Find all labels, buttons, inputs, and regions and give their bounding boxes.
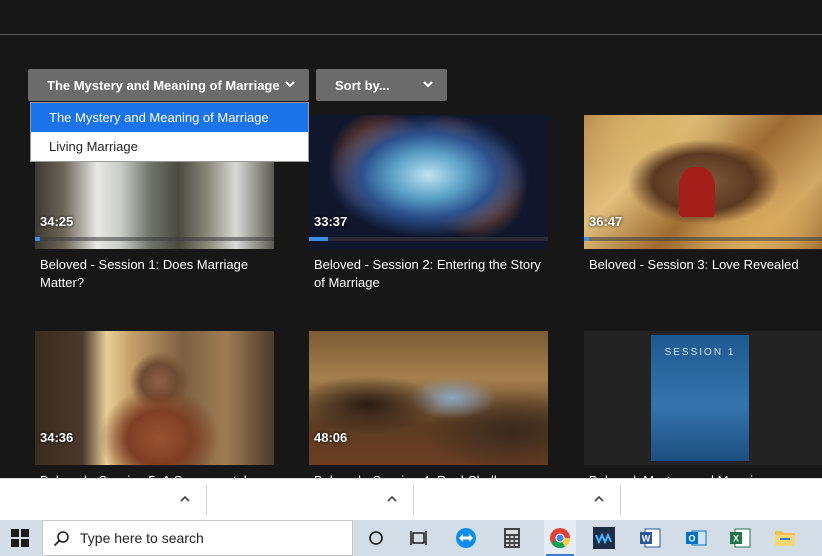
sort-select[interactable]: Sort by... [316, 69, 447, 101]
cortana-icon[interactable] [362, 524, 390, 552]
excel-icon[interactable]: X [726, 524, 754, 552]
video-thumbnail[interactable]: 36:47 [584, 115, 822, 249]
chevron-up-icon[interactable] [386, 493, 398, 505]
watch-progress-bar [309, 237, 548, 241]
search-placeholder: Type here to search [80, 530, 204, 546]
header-bar [0, 0, 822, 35]
start-icon[interactable] [6, 524, 34, 552]
video-duration: 33:37 [314, 214, 348, 229]
cover-text: SESSION 1 [664, 347, 736, 358]
watch-progress-bar [35, 237, 274, 241]
taskbar-search-input[interactable]: Type here to search [42, 520, 353, 556]
svg-text:O: O [688, 534, 695, 544]
video-card[interactable]: 48:06 Beloved - Session 4: Real Challeng… [309, 331, 548, 490]
task-view-icon[interactable] [406, 524, 434, 552]
chevron-down-icon [423, 81, 433, 88]
video-card[interactable]: 34:36 Beloved - Session 5: A Sacramental [35, 331, 274, 490]
svg-text:W: W [642, 534, 651, 544]
file-explorer-icon[interactable] [771, 524, 799, 552]
video-thumbnail[interactable]: SESSION 1 [584, 331, 822, 465]
divider [206, 485, 207, 515]
divider [620, 485, 621, 515]
watch-progress-bar [584, 237, 822, 241]
outlook-icon[interactable]: O [682, 524, 710, 552]
video-thumbnail[interactable]: 33:37 [309, 115, 548, 249]
download-shelf [0, 478, 822, 520]
teamviewer-icon[interactable] [452, 524, 480, 552]
video-duration: 34:25 [40, 214, 74, 229]
taskbar: Type here to search W O X [0, 520, 822, 556]
word-icon[interactable]: W [636, 524, 664, 552]
waves-icon[interactable] [590, 524, 618, 552]
series-dropdown-menu: The Mystery and Meaning of Marriage Livi… [30, 102, 309, 162]
chevron-up-icon[interactable] [179, 493, 191, 505]
video-card[interactable]: SESSION 1 Beloved: Mystery and Meaning [584, 331, 822, 490]
video-thumbnail[interactable]: 34:36 [35, 331, 274, 465]
video-duration: 34:36 [40, 430, 74, 445]
video-card[interactable]: 33:37 Beloved - Session 2: Entering the … [309, 115, 548, 292]
chrome-icon[interactable] [544, 520, 576, 556]
sort-select-value: Sort by... [335, 77, 390, 93]
video-library-page: The Mystery and Meaning of Marriage Sort… [0, 0, 822, 556]
video-title[interactable]: Beloved - Session 3: Love Revealed [584, 256, 822, 274]
svg-text:X: X [733, 534, 739, 544]
series-select[interactable]: The Mystery and Meaning of Marriage [28, 69, 309, 101]
video-card[interactable]: 36:47 Beloved - Session 3: Love Revealed [584, 115, 822, 274]
video-thumbnail[interactable]: 48:06 [309, 331, 548, 465]
video-title[interactable]: Beloved - Session 2: Entering the Story … [309, 256, 548, 292]
search-icon [53, 530, 69, 546]
video-duration: 48:06 [314, 430, 348, 445]
chevron-up-icon[interactable] [593, 493, 605, 505]
video-title[interactable]: Beloved - Session 1: Does Marriage Matte… [35, 256, 274, 292]
video-duration: 36:47 [589, 214, 623, 229]
calculator-icon[interactable] [498, 524, 526, 552]
series-option[interactable]: Living Marriage [31, 132, 308, 161]
chevron-down-icon [285, 81, 295, 88]
book-cover: SESSION 1 [651, 335, 749, 461]
series-select-value: The Mystery and Meaning of Marriage [47, 77, 280, 93]
divider [413, 485, 414, 515]
painting-figure [679, 167, 715, 217]
series-option[interactable]: The Mystery and Meaning of Marriage [31, 103, 308, 132]
